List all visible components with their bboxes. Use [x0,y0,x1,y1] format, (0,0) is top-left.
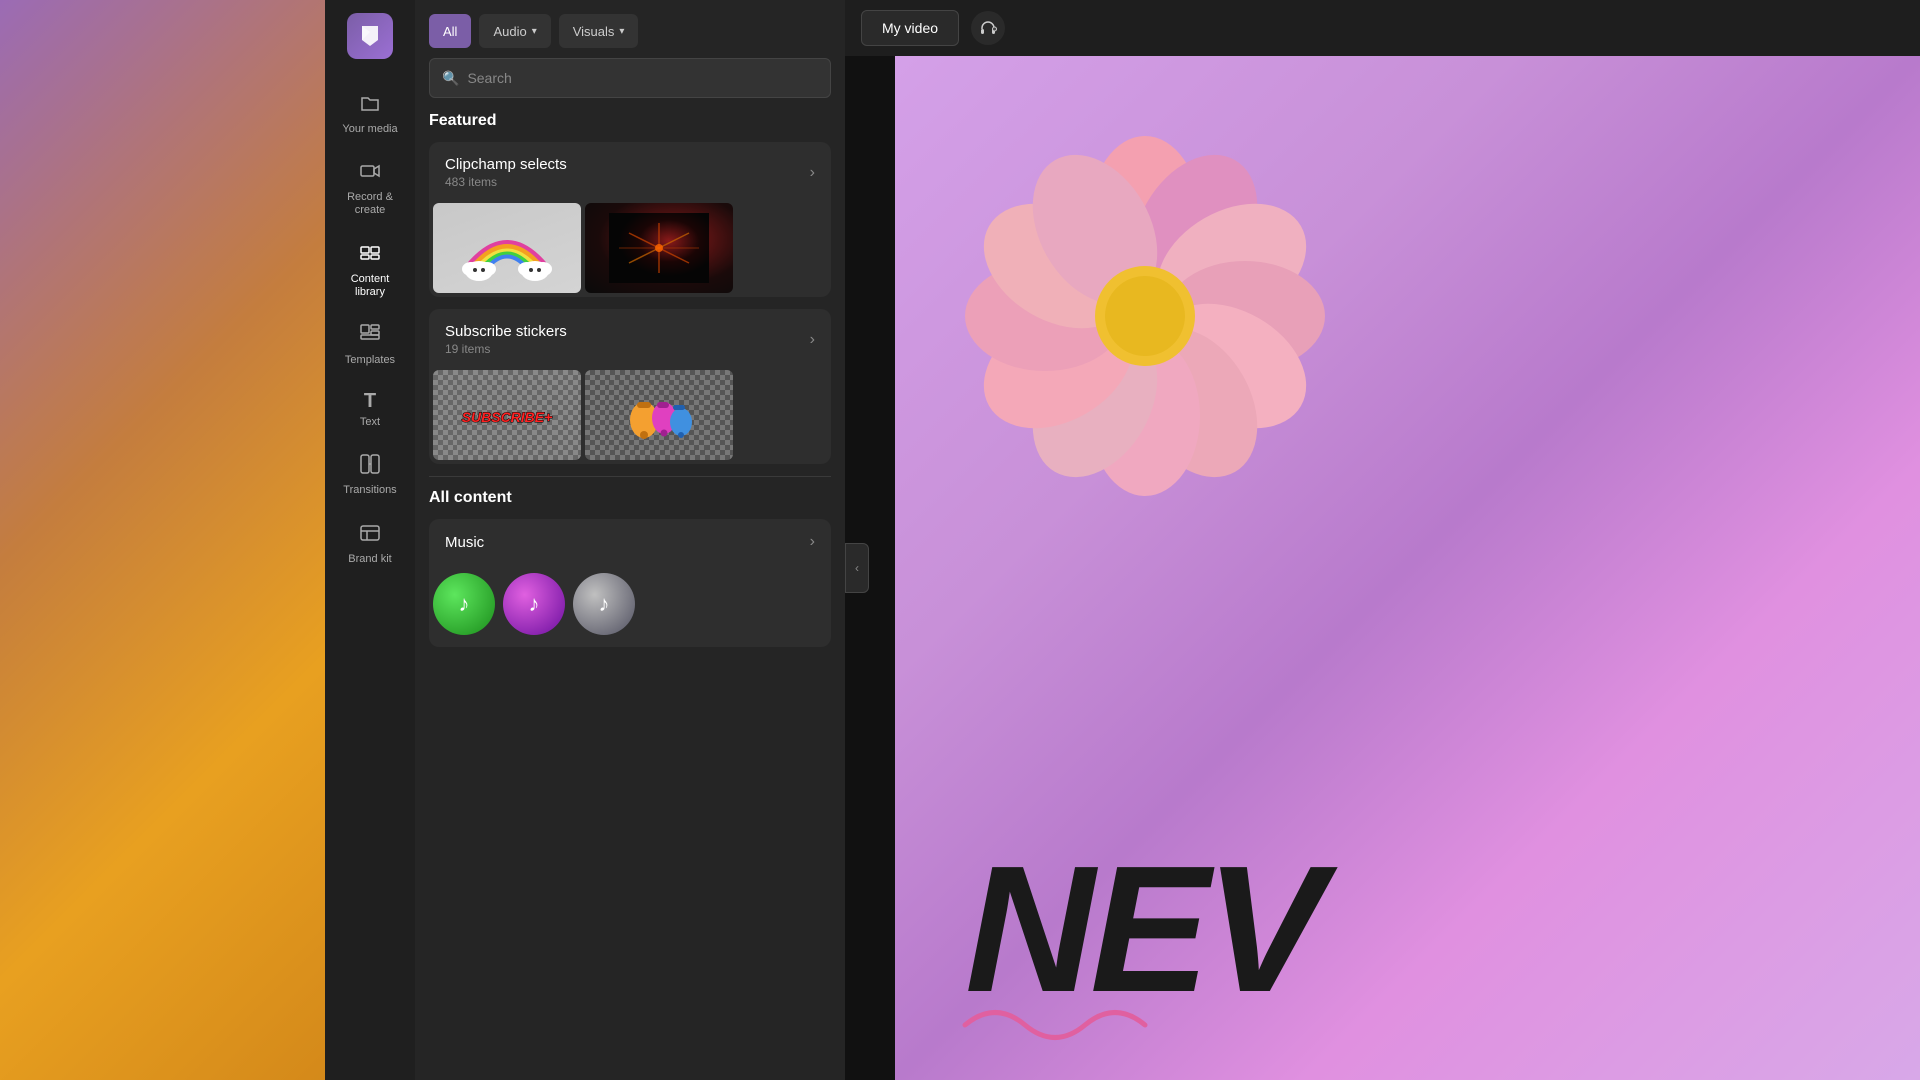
card-thumbnails: SUBSCRIBE+ [429,370,831,464]
canvas-flower-decoration [955,116,1335,571]
sidebar-item-label: Templates [345,354,395,367]
sidebar-item-templates[interactable]: Templates [330,313,410,377]
card-thumbnails [429,203,831,297]
sidebar-item-label: Record &create [347,191,393,217]
music-card[interactable]: Music › ♪ ♪ ♪ [429,519,831,647]
sidebar-item-brand-kit[interactable]: Brand kit [330,512,410,576]
filter-visuals-label: Visuals [573,24,615,39]
card-info: Subscribe stickers 19 items [445,323,567,356]
subscribe-stickers-card[interactable]: Subscribe stickers 19 items › [429,309,831,464]
sidebar-item-label: Transitions [343,484,396,497]
thumbnail-bell [585,370,733,460]
music-circle-gray: ♪ [573,573,635,635]
sidebar-item-label: Brand kit [348,553,391,566]
sidebar-item-record-create[interactable]: Record &create [330,150,410,227]
my-video-button[interactable]: My video [861,10,959,46]
headphone-button[interactable] [971,11,1005,45]
chevron-down-icon: ▾ [619,26,624,37]
folder-icon [359,92,381,118]
logo-shape [347,13,393,59]
sidebar-item-your-media[interactable]: Your media [330,82,410,146]
text-icon: T [364,391,376,411]
card-title: Subscribe stickers [445,323,567,340]
music-note-icon: ♪ [529,591,540,617]
sidebar-item-content-library[interactable]: Content library [330,232,410,309]
canvas-area: ‹ [845,56,1920,1080]
search-container: 🔍 [415,58,845,108]
brand-kit-icon [359,522,381,548]
filter-visuals-button[interactable]: Visuals ▾ [559,14,639,48]
search-icon: 🔍 [442,70,459,87]
filter-audio-label: Audio [493,24,526,39]
chevron-right-icon: › [810,164,815,182]
card-info: Clipchamp selects 483 items [445,156,567,189]
thumbnail-subscribe: SUBSCRIBE+ [433,370,581,460]
card-header: Clipchamp selects 483 items › [429,142,831,203]
sidebar-item-label: Your media [342,123,397,136]
content-library-icon [359,242,381,268]
chevron-right-icon: › [810,331,815,349]
card-header: Subscribe stickers 19 items › [429,309,831,370]
collapse-panel-button[interactable]: ‹ [845,543,869,593]
chevron-down-icon: ▾ [532,26,537,37]
chevron-left-icon: ‹ [855,561,859,575]
all-content-title: All content [429,489,831,507]
top-bar: My video [845,0,1920,56]
video-icon [359,160,381,186]
svg-text:SUBSCRIBE+: SUBSCRIBE+ [462,409,553,425]
content-panel: All Audio ▾ Visuals ▾ 🔍 Featured [415,0,845,1080]
filter-all-button[interactable]: All [429,14,471,48]
music-circle-purple: ♪ [503,573,565,635]
music-note-icon: ♪ [599,591,610,617]
search-input[interactable] [467,70,818,86]
card-header: Music › [429,519,831,565]
card-subtitle: 483 items [445,175,567,189]
card-title: Music [445,534,484,551]
filter-audio-button[interactable]: Audio ▾ [479,14,550,48]
preview-area: My video ‹ [845,0,1920,1080]
sidebar-item-label: Content library [335,273,405,299]
section-divider [429,476,831,477]
app-container: Your media Record &create [325,0,1920,1080]
filter-bar: All Audio ▾ Visuals ▾ [415,0,845,58]
canvas-content: NEV [895,56,1920,1080]
featured-title: Featured [429,112,831,130]
canvas-text: NEV [965,840,1320,1020]
clipchamp-selects-card[interactable]: Clipchamp selects 483 items › [429,142,831,297]
search-box: 🔍 [429,58,831,98]
icon-sidebar: Your media Record &create [325,0,415,1080]
thumbnail-sparkle [585,203,733,293]
transitions-icon [359,453,381,479]
templates-icon [359,323,381,349]
music-circles: ♪ ♪ ♪ [429,565,831,647]
sidebar-item-text[interactable]: T Text [330,381,410,439]
card-subtitle: 19 items [445,342,567,356]
background-left [0,0,325,1080]
app-logo [344,10,396,62]
music-circle-green: ♪ [433,573,495,635]
thumbnail-rainbow [433,203,581,293]
sidebar-item-label: Text [360,416,380,429]
sidebar-item-transitions[interactable]: Transitions [330,443,410,507]
card-info: Music [445,534,484,551]
card-title: Clipchamp selects [445,156,567,173]
chevron-right-icon: › [810,533,815,551]
music-note-icon: ♪ [459,591,470,617]
panel-scroll[interactable]: Featured Clipchamp selects 483 items › [415,108,845,1080]
canvas-squiggle [955,995,1155,1060]
